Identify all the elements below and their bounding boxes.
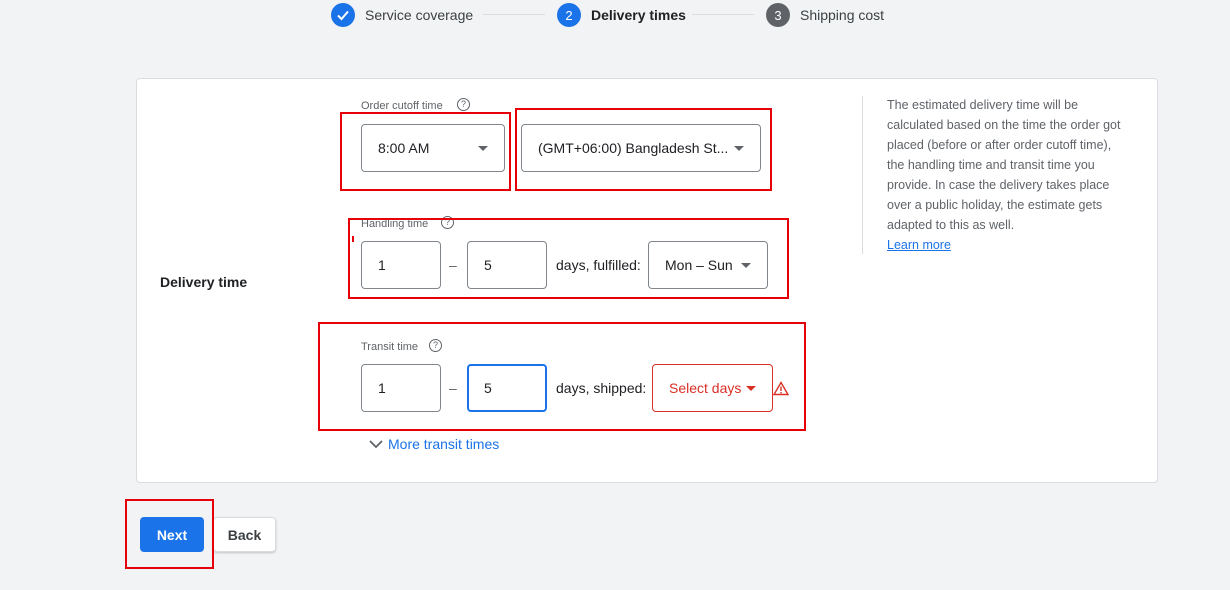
handling-max-value: 5: [484, 257, 492, 273]
info-text: The estimated delivery time will be calc…: [887, 95, 1127, 255]
warning-icon: [773, 381, 789, 396]
transit-max-value: 5: [484, 380, 492, 396]
help-icon[interactable]: ?: [441, 216, 454, 229]
annotation-mark: [352, 236, 354, 242]
back-button[interactable]: Back: [213, 517, 276, 552]
delivery-time-heading: Delivery time: [160, 274, 248, 290]
transit-min-input[interactable]: 1: [361, 364, 441, 412]
step-label-service-coverage[interactable]: Service coverage: [365, 7, 473, 23]
fulfilled-days-value: Mon – Sun: [665, 257, 733, 273]
handling-max-input[interactable]: 5: [467, 241, 547, 289]
cutoff-time-value: 8:00 AM: [378, 140, 430, 156]
handling-suffix: days, fulfilled:: [556, 257, 641, 273]
step-number-3: 3: [766, 3, 790, 27]
handling-min-value: 1: [378, 257, 386, 273]
range-dash: –: [449, 380, 457, 396]
help-icon[interactable]: ?: [429, 339, 442, 352]
info-description: The estimated delivery time will be calc…: [887, 98, 1121, 232]
more-transit-times-link[interactable]: More transit times: [388, 436, 499, 452]
timezone-value: (GMT+06:00) Bangladesh St...: [538, 140, 729, 156]
step-connector: [483, 14, 545, 15]
transit-max-input[interactable]: 5: [467, 364, 547, 412]
transit-time-label: Transit time: [361, 341, 419, 353]
learn-more-link[interactable]: Learn more: [887, 238, 951, 252]
chevron-down-icon: [741, 263, 751, 268]
chevron-down-icon[interactable]: [368, 438, 384, 450]
check-icon: [331, 3, 355, 27]
timezone-select[interactable]: (GMT+06:00) Bangladesh St...: [521, 124, 761, 172]
order-cutoff-label: Order cutoff time: [361, 100, 443, 112]
transit-min-value: 1: [378, 380, 386, 396]
chevron-down-icon: [746, 386, 756, 391]
help-icon[interactable]: ?: [457, 98, 470, 111]
step-label-delivery-times[interactable]: Delivery times: [591, 7, 686, 23]
chevron-down-icon: [734, 146, 744, 151]
chevron-down-icon: [478, 146, 488, 151]
range-dash: –: [449, 257, 457, 273]
step-label-shipping-cost[interactable]: Shipping cost: [800, 7, 884, 23]
step-connector: [692, 14, 754, 15]
transit-suffix: days, shipped:: [556, 380, 647, 396]
shipped-days-value: Select days: [669, 380, 742, 396]
handling-time-label: Handling time: [361, 218, 429, 230]
step-number-2: 2: [557, 3, 581, 27]
next-button[interactable]: Next: [140, 517, 204, 552]
divider: [862, 96, 863, 254]
handling-min-input[interactable]: 1: [361, 241, 441, 289]
